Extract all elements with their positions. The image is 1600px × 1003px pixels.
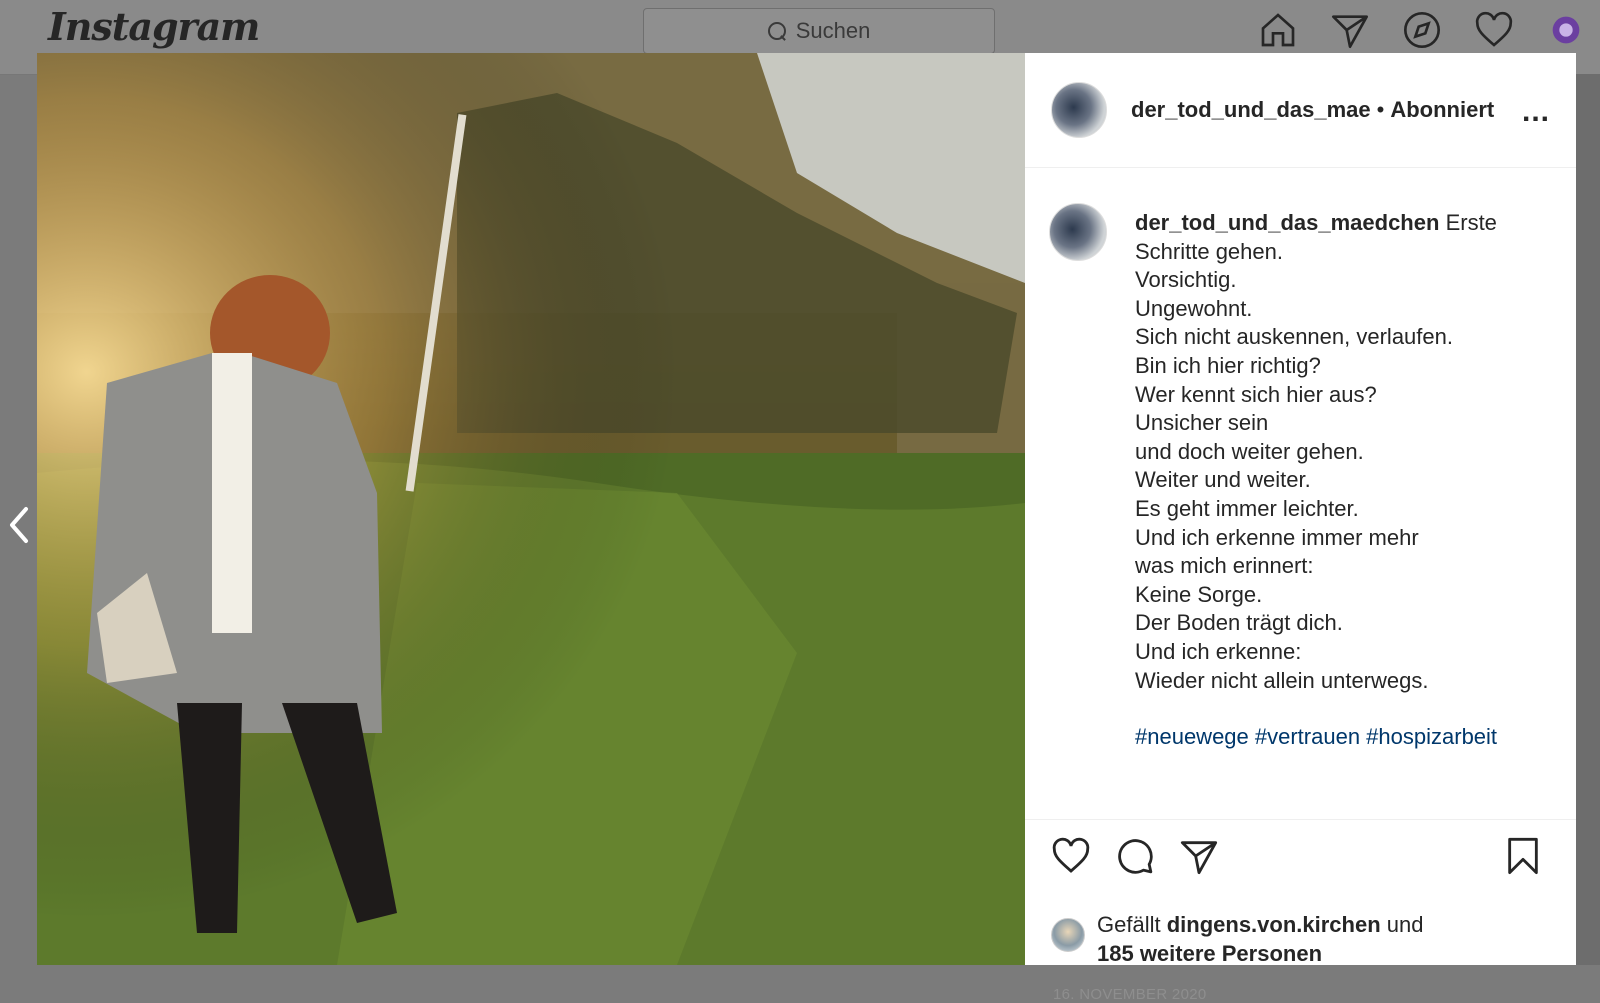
likes-others-link[interactable]: 185 weitere Personen	[1097, 941, 1322, 966]
caption-line: Weiter und weiter.	[1135, 467, 1311, 493]
bookmark-icon[interactable]	[1503, 836, 1543, 876]
post-actions: Gefällt dingens.von.kirchen und 185 weit…	[1025, 819, 1576, 1003]
explore-icon[interactable]	[1402, 10, 1442, 50]
caption-line: Vorsichtig.	[1135, 267, 1237, 293]
chevron-left-icon[interactable]	[4, 505, 34, 545]
home-icon[interactable]	[1258, 10, 1298, 50]
liker-username[interactable]: dingens.von.kirchen	[1167, 912, 1381, 937]
author-username[interactable]: der_tod_und_das_mae	[1131, 97, 1371, 123]
likes-summary: Gefällt dingens.von.kirchen und 185 weit…	[1051, 910, 1424, 968]
more-options-button[interactable]: ...	[1522, 95, 1550, 129]
post-photo[interactable]	[37, 53, 1025, 965]
caption-line: Unsicher sein	[1135, 410, 1269, 436]
photo-scene	[37, 53, 1025, 965]
caption-line: Erste	[1445, 210, 1497, 235]
caption-line: Bin ich hier richtig?	[1135, 352, 1321, 378]
follow-status-button[interactable]: Abonniert	[1390, 97, 1494, 123]
caption-line: Wer kennt sich hier aus?	[1135, 381, 1377, 407]
caption-line: und doch weiter gehen.	[1135, 438, 1364, 464]
send-icon[interactable]	[1330, 10, 1370, 50]
likes-text: Gefällt dingens.von.kirchen und 185 weit…	[1097, 910, 1424, 968]
action-buttons-row	[1025, 820, 1576, 898]
caption-section: der_tod_und_das_maedchen Erste Schritte …	[1025, 169, 1576, 819]
like-heart-icon[interactable]	[1051, 836, 1091, 876]
likes-connector: und	[1386, 912, 1424, 937]
comment-icon[interactable]	[1115, 836, 1155, 876]
search-icon	[767, 22, 786, 40]
post-header: der_tod_und_das_mae • Abonniert ...	[1025, 53, 1576, 168]
caption-author-avatar[interactable]	[1049, 203, 1107, 261]
likes-prefix: Gefällt	[1097, 912, 1161, 937]
caption-line: Wieder nicht allein unterwegs.	[1135, 667, 1429, 693]
caption-line: Und ich erkenne:	[1135, 638, 1302, 664]
post-date[interactable]: 16. NOVEMBER 2020	[1053, 986, 1207, 1003]
author-avatar[interactable]	[1051, 82, 1107, 138]
caption-line: Der Boden trägt dich.	[1135, 610, 1343, 636]
caption-line: Sich nicht auskennen, verlaufen.	[1135, 324, 1453, 350]
caption-line: Keine Sorge.	[1135, 581, 1263, 607]
liker-avatar[interactable]	[1051, 918, 1085, 952]
caption-first-line: der_tod_und_das_maedchen Erste	[1135, 210, 1497, 235]
caption-username[interactable]: der_tod_und_das_maedchen	[1135, 210, 1439, 235]
header-separator: •	[1376, 97, 1385, 122]
post-modal: der_tod_und_das_mae • Abonniert ... der_…	[37, 53, 1576, 1003]
caption-line: was mich erinnert:	[1135, 553, 1314, 579]
nav-icons	[1258, 10, 1586, 50]
instagram-logo[interactable]: Instagram	[48, 4, 260, 49]
search-placeholder: Suchen	[795, 18, 871, 43]
avatar-icon[interactable]	[1546, 10, 1586, 50]
caption-hashtags[interactable]: #neuewege #vertrauen #hospizarbeit	[1135, 723, 1555, 752]
caption-line: Schritte gehen.	[1135, 238, 1283, 264]
caption-line: Ungewohnt.	[1135, 295, 1253, 321]
post-details-panel: der_tod_und_das_mae • Abonniert ... der_…	[1025, 53, 1576, 1003]
background-thumbnails	[1576, 74, 1600, 965]
heart-icon[interactable]	[1474, 10, 1514, 50]
caption-line: Und ich erkenne immer mehr	[1135, 524, 1419, 550]
caption-text: der_tod_und_das_maedchen Erste Schritte …	[1135, 209, 1555, 752]
caption-line: Es geht immer leichter.	[1135, 495, 1359, 521]
search-input[interactable]: Suchen	[643, 8, 995, 54]
share-icon[interactable]	[1179, 836, 1219, 876]
